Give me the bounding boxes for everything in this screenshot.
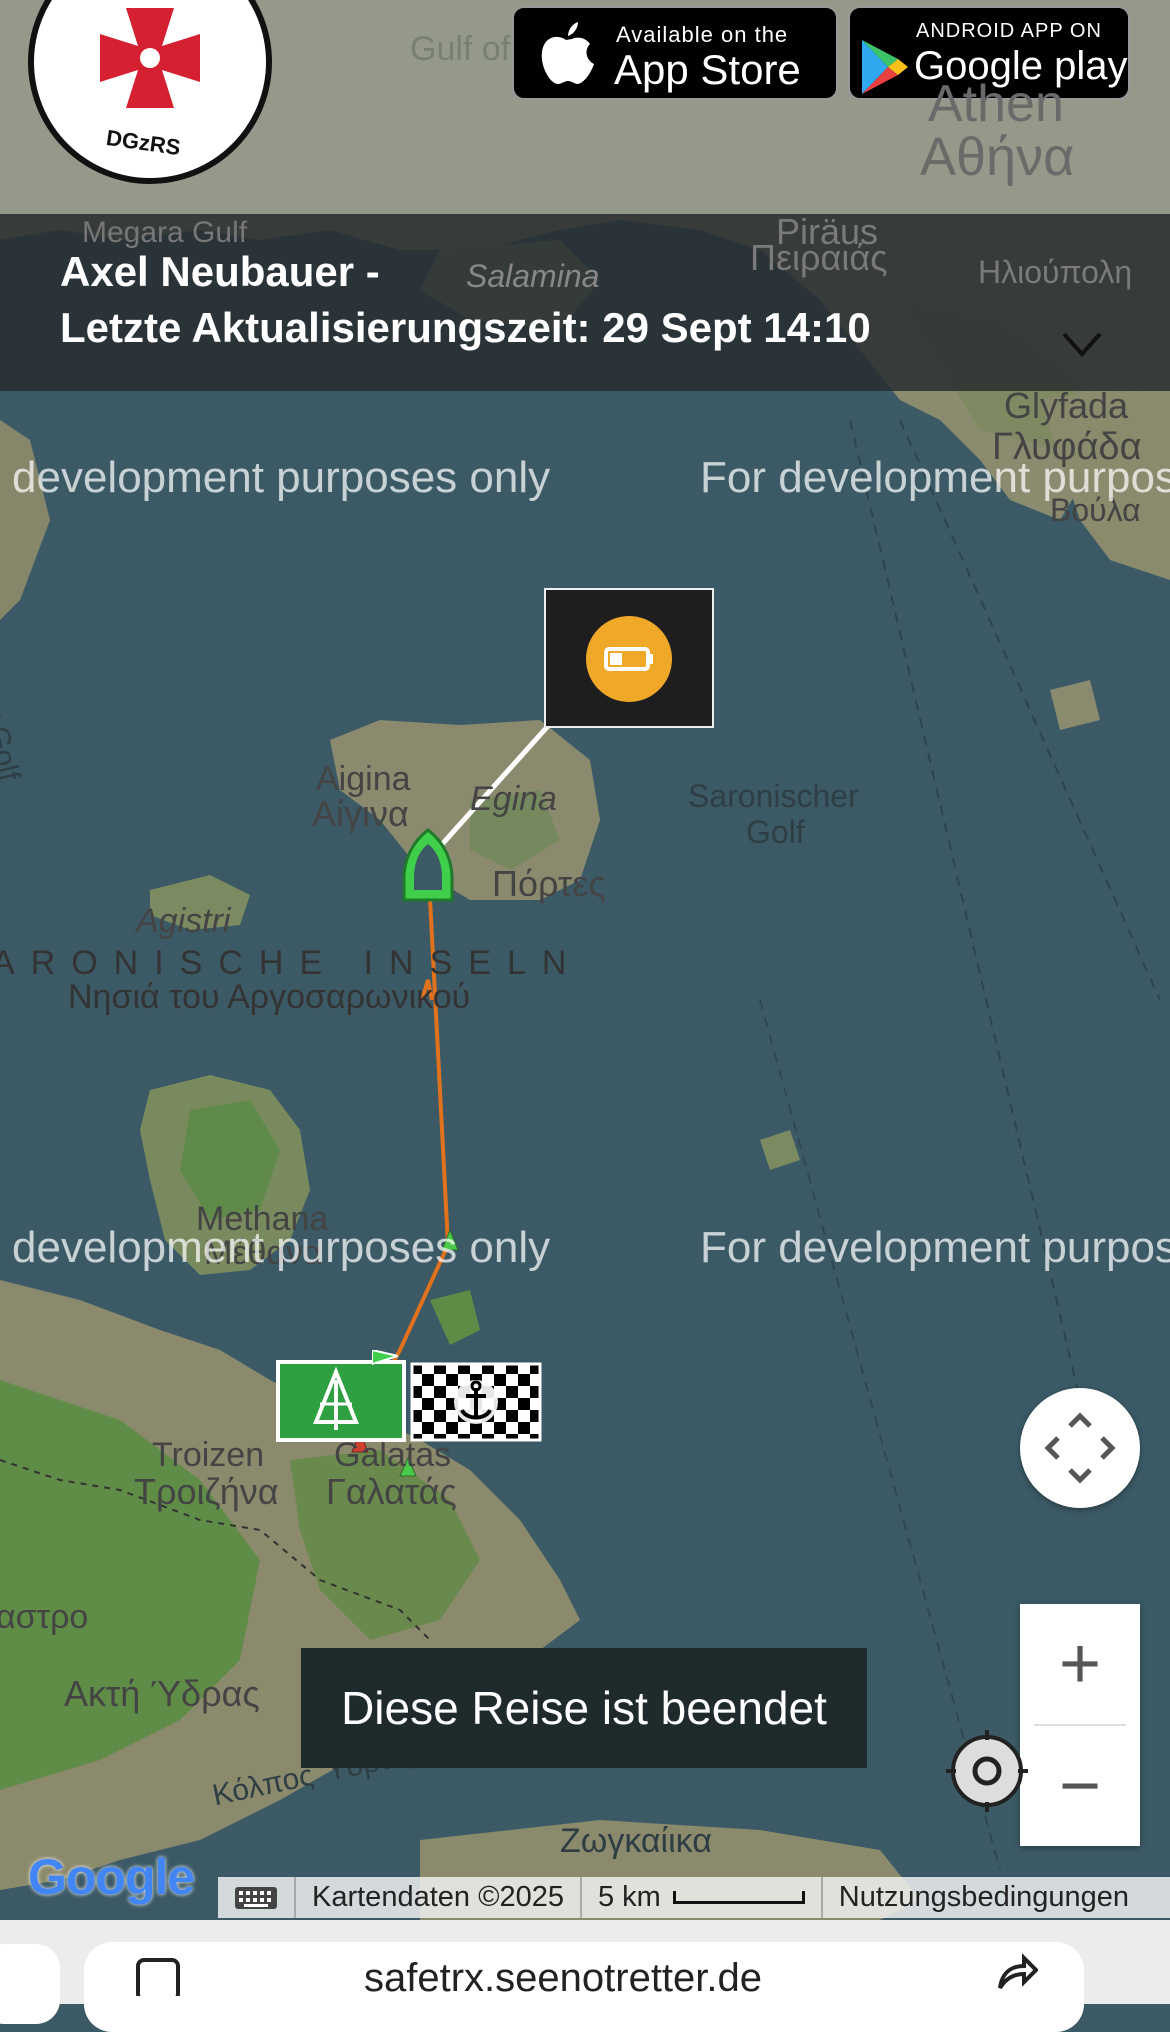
label-athen-de: Athen: [928, 75, 1064, 133]
scale-label: 5 km: [597, 1881, 661, 1913]
watermark-4: For development purpos: [700, 1223, 1170, 1272]
google-play-small-text: ANDROID APP ON: [916, 20, 1102, 42]
scale-line: [672, 1891, 805, 1904]
label-saronic-islands: ARONISCHE INSELN: [0, 944, 583, 982]
label-astro: αστρο: [0, 1598, 89, 1636]
tracking-info-bar[interactable]: Megara Gulf Salamina Piräus Πειραιάς Ηλι…: [0, 214, 1170, 391]
expand-arrows-icon: [1044, 1412, 1116, 1484]
map-attribution-bar: Kartendaten ©2025 5 km Nutzungsbedingung…: [218, 1877, 1170, 1918]
label-galatas-gr: Γαλατάς: [326, 1471, 457, 1512]
boat-position-icon[interactable]: [400, 826, 456, 906]
chevron-down-icon[interactable]: [1060, 322, 1104, 366]
finish-flag-icon[interactable]: [410, 1362, 542, 1442]
label-megara: Megara Gulf: [82, 216, 248, 249]
label-saronischer-golf-2: Golf: [746, 814, 805, 850]
app-store-large-text: App Store: [614, 46, 801, 93]
label-galatas-en: Galatas: [334, 1436, 452, 1474]
tab-icon: [136, 1958, 180, 1996]
label-glyfada-en: Glyfada: [1004, 385, 1129, 426]
label-saronischer-golf-1: Saronischer: [688, 778, 859, 814]
browser-left-pill[interactable]: [0, 1944, 60, 2024]
watermark-1: development purposes only: [12, 453, 551, 502]
zoom-in-button[interactable]: +: [1020, 1604, 1140, 1724]
label-portes: Πόρτες: [492, 863, 606, 904]
label-egina: Egina: [470, 780, 557, 818]
keyboard-shortcuts-button[interactable]: [218, 1877, 296, 1918]
scale-bar[interactable]: 5 km: [582, 1877, 823, 1918]
label-aigina-gr: Αίγινα: [312, 793, 409, 834]
label-akti-ydras: Ακτή Ύδρας: [64, 1673, 260, 1714]
share-icon[interactable]: [994, 1952, 1038, 1992]
watermark-3: development purposes only: [12, 1223, 551, 1272]
keyboard-icon: [235, 1886, 277, 1909]
map[interactable]: DGzRS Available on the App Store ANDROID…: [0, 0, 1170, 1920]
last-update-time: Letzte Aktualisierungszeit: 29 Sept 14:1…: [60, 304, 871, 351]
fullscreen-button[interactable]: [1020, 1388, 1140, 1508]
label-nisia: Νησιά του Αργοσαρωνικού: [68, 978, 471, 1016]
address-url: safetrx.seenotretter.de: [364, 1956, 763, 2000]
browser-toolbar: safetrx.seenotretter.de: [0, 1920, 1170, 2032]
tracked-person-name: Axel Neubauer -: [60, 248, 380, 295]
label-troizen-gr: Τροιζήνα: [134, 1471, 279, 1512]
label-ilioupoli: Ηλιούπολη: [978, 254, 1133, 290]
label-troizen-en: Troizen: [152, 1436, 265, 1474]
app-store-badge[interactable]: Available on the App Store: [512, 6, 838, 100]
zoom-control: + −: [1020, 1604, 1140, 1846]
label-salamina: Salamina: [466, 258, 600, 294]
label-piraeus-gr: Πειραιάς: [750, 237, 888, 278]
label-zogkaiika: Ζωγκαίικα: [560, 1822, 712, 1860]
apple-icon: [541, 22, 594, 84]
google-logo-text: Google: [28, 1849, 195, 1905]
label-aigina-en: Aigina: [316, 760, 411, 798]
battery-low-icon: [586, 616, 672, 702]
google-play-icon: [862, 40, 908, 94]
label-agistri: Agistri: [136, 902, 231, 940]
watermark-2: For development purpos: [700, 453, 1170, 502]
journey-ended-toast: Diese Reise ist beendet: [301, 1648, 867, 1768]
map-data-credit[interactable]: Kartendaten ©2025: [296, 1877, 582, 1918]
label-athen-gr: Αθήνα: [920, 127, 1075, 187]
google-logo: Google: [28, 1848, 195, 1906]
address-bar[interactable]: safetrx.seenotretter.de: [84, 1942, 1084, 2032]
dgzrs-logo: DGzRS: [28, 0, 272, 184]
locate-me-icon[interactable]: [946, 1730, 1028, 1812]
start-flag-icon: [372, 1350, 398, 1366]
battery-status-marker[interactable]: [544, 588, 714, 728]
start-harbor-icon[interactable]: [276, 1360, 406, 1442]
app-store-small-text: Available on the: [616, 22, 789, 47]
zoom-out-button[interactable]: −: [1020, 1726, 1140, 1846]
terms-link[interactable]: Nutzungsbedingungen: [823, 1877, 1145, 1918]
label-gulf: Gulf of: [410, 30, 511, 68]
